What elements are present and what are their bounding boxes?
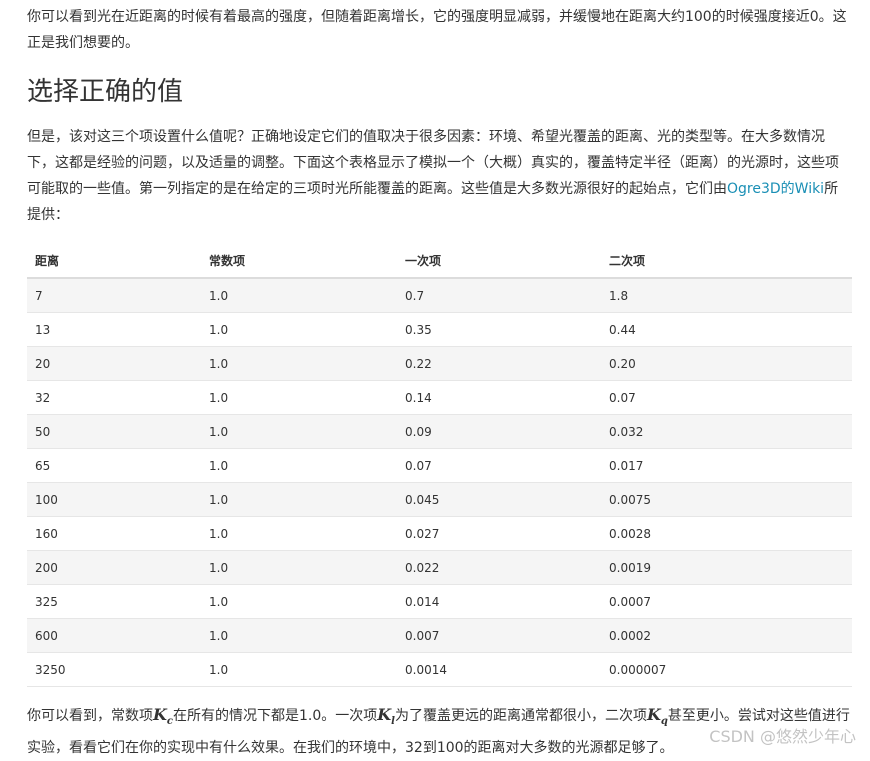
- cell-quadratic: 0.0019: [601, 550, 852, 585]
- closing-text-3: 为了覆盖更远的距离通常都很小，二次项: [394, 708, 647, 724]
- closing-text-1: 你可以看到，常数项: [27, 708, 153, 724]
- table-row: 7 1.0 0.7 1.8: [27, 278, 852, 313]
- table-row: 200 1.0 0.022 0.0019: [27, 550, 852, 585]
- math-kl: Kl: [377, 705, 395, 727]
- table-row: 100 1.0 0.045 0.0075: [27, 482, 852, 517]
- cell-quadratic: 0.44: [601, 312, 852, 347]
- header-constant: 常数项: [201, 244, 397, 279]
- table-row: 20 1.0 0.22 0.20: [27, 346, 852, 381]
- table-row: 325 1.0 0.014 0.0007: [27, 584, 852, 619]
- article-content: 你可以看到光在近距离的时候有着最高的强度，但随着距离增长，它的强度明显减弱，并缓…: [27, 4, 852, 761]
- cell-distance: 50: [27, 414, 201, 449]
- cell-linear: 0.007: [397, 618, 601, 653]
- cell-constant: 1.0: [201, 516, 397, 551]
- cell-quadratic: 0.0007: [601, 584, 852, 619]
- cell-linear: 0.014: [397, 584, 601, 619]
- cell-constant: 1.0: [201, 346, 397, 381]
- table-row: 50 1.0 0.09 0.032: [27, 414, 852, 449]
- cell-linear: 0.045: [397, 482, 601, 517]
- ogre3d-wiki-link[interactable]: Ogre3D的Wiki: [727, 181, 824, 197]
- cell-linear: 0.022: [397, 550, 601, 585]
- cell-distance: 200: [27, 550, 201, 585]
- math-kc: Kc: [153, 705, 173, 727]
- cell-constant: 1.0: [201, 448, 397, 483]
- cell-linear: 0.027: [397, 516, 601, 551]
- cell-distance: 600: [27, 618, 201, 653]
- cell-constant: 1.0: [201, 584, 397, 619]
- body-text-before-link: 但是，该对这三个项设置什么值呢？正确地设定它们的值取决于很多因素：环境、希望光覆…: [27, 129, 839, 197]
- cell-linear: 0.7: [397, 278, 601, 313]
- cell-linear: 0.0014: [397, 652, 601, 687]
- cell-linear: 0.22: [397, 346, 601, 381]
- table-row: 65 1.0 0.07 0.017: [27, 448, 852, 483]
- cell-distance: 20: [27, 346, 201, 381]
- table-row: 3250 1.0 0.0014 0.000007: [27, 652, 852, 687]
- closing-text-2: 在所有的情况下都是1.0。一次项: [173, 708, 378, 724]
- cell-quadratic: 0.000007: [601, 652, 852, 687]
- csdn-watermark: CSDN @悠然少年心: [709, 727, 856, 746]
- cell-constant: 1.0: [201, 414, 397, 449]
- table-header-row: 距离 常数项 一次项 二次项: [27, 244, 852, 279]
- cell-distance: 65: [27, 448, 201, 483]
- math-kc-symbol: K: [153, 705, 167, 724]
- cell-constant: 1.0: [201, 482, 397, 517]
- cell-constant: 1.0: [201, 550, 397, 585]
- table-row: 32 1.0 0.14 0.07: [27, 380, 852, 415]
- cell-quadratic: 1.8: [601, 278, 852, 313]
- cell-linear: 0.09: [397, 414, 601, 449]
- cell-distance: 3250: [27, 652, 201, 687]
- cell-linear: 0.14: [397, 380, 601, 415]
- attenuation-table: 距离 常数项 一次项 二次项 7 1.0 0.7 1.8 13 1.0 0.35…: [27, 244, 852, 687]
- cell-constant: 1.0: [201, 312, 397, 347]
- header-linear: 一次项: [397, 244, 601, 279]
- cell-distance: 100: [27, 482, 201, 517]
- cell-linear: 0.07: [397, 448, 601, 483]
- cell-constant: 1.0: [201, 618, 397, 653]
- cell-distance: 32: [27, 380, 201, 415]
- header-quadratic: 二次项: [601, 244, 852, 279]
- table-row: 13 1.0 0.35 0.44: [27, 312, 852, 347]
- cell-linear: 0.35: [397, 312, 601, 347]
- cell-quadratic: 0.20: [601, 346, 852, 381]
- cell-quadratic: 0.07: [601, 380, 852, 415]
- math-kq: Kq: [646, 705, 668, 728]
- header-distance: 距离: [27, 244, 201, 279]
- cell-constant: 1.0: [201, 652, 397, 687]
- body-paragraph: 但是，该对这三个项设置什么值呢？正确地设定它们的值取决于很多因素：环境、希望光覆…: [27, 124, 852, 228]
- cell-distance: 13: [27, 312, 201, 347]
- cell-distance: 325: [27, 584, 201, 619]
- cell-quadratic: 0.017: [601, 448, 852, 483]
- cell-distance: 7: [27, 278, 201, 313]
- intro-paragraph: 你可以看到光在近距离的时候有着最高的强度，但随着距离增长，它的强度明显减弱，并缓…: [27, 9, 847, 51]
- section-title: 选择正确的值: [27, 77, 184, 107]
- math-kq-symbol: K: [646, 705, 661, 724]
- table-row: 160 1.0 0.027 0.0028: [27, 516, 852, 551]
- math-kq-subscript: q: [660, 716, 668, 728]
- cell-constant: 1.0: [201, 278, 397, 313]
- table-row: 600 1.0 0.007 0.0002: [27, 618, 852, 653]
- cell-quadratic: 0.0002: [601, 618, 852, 653]
- cell-quadratic: 0.032: [601, 414, 852, 449]
- cell-quadratic: 0.0075: [601, 482, 852, 517]
- math-kl-symbol: K: [377, 705, 392, 724]
- cell-distance: 160: [27, 516, 201, 551]
- cell-constant: 1.0: [201, 380, 397, 415]
- cell-quadratic: 0.0028: [601, 516, 852, 551]
